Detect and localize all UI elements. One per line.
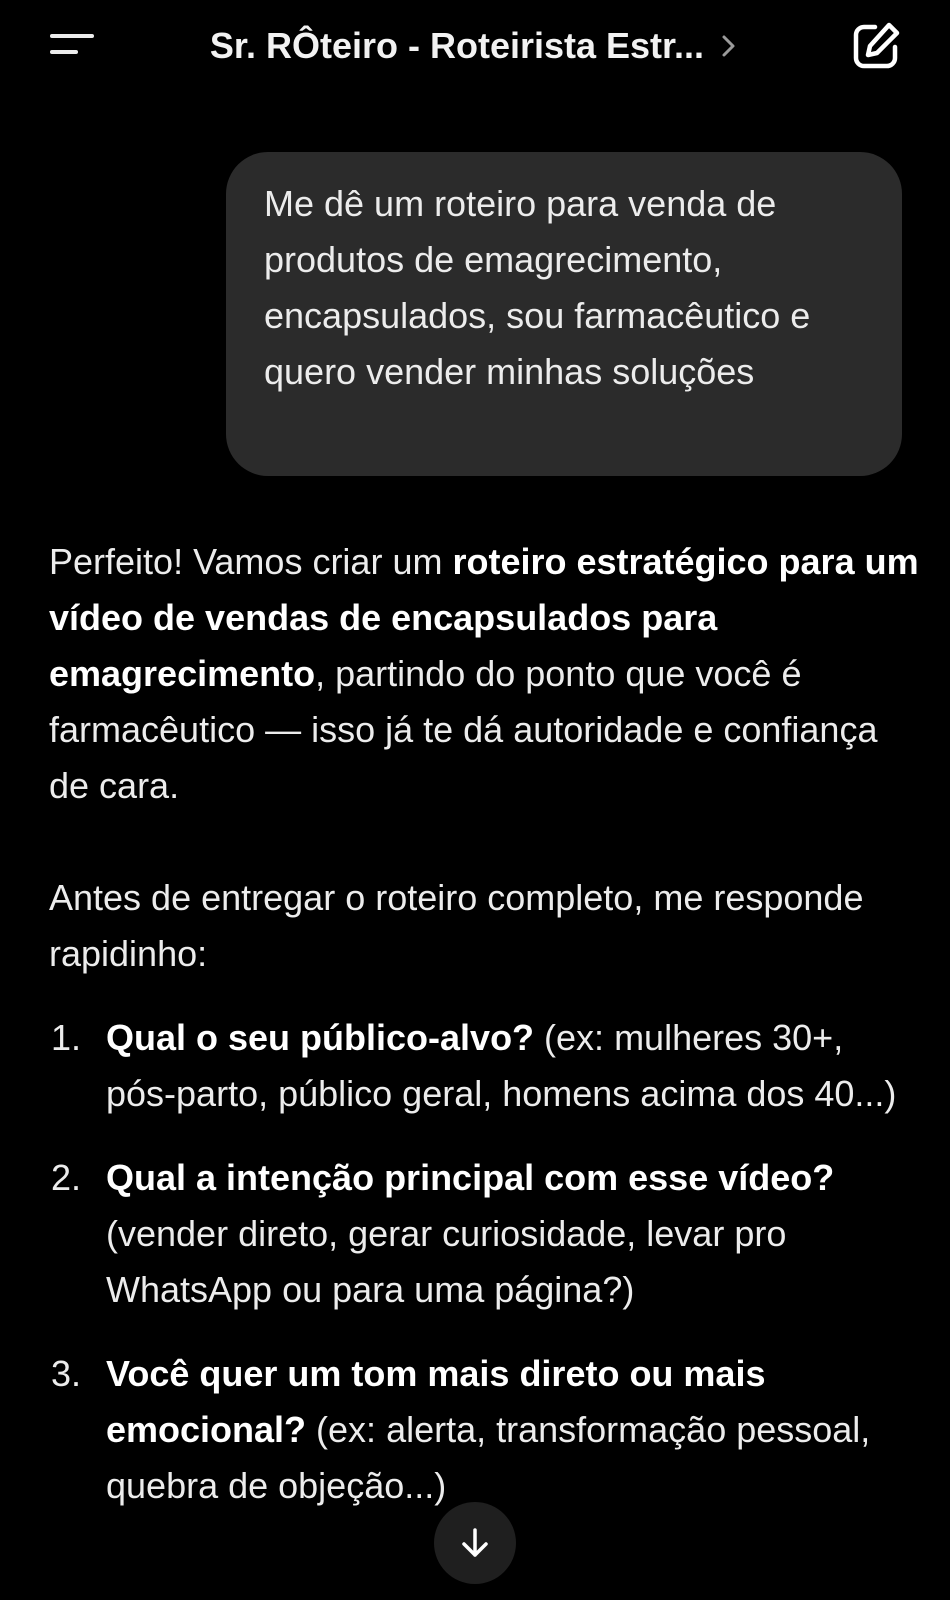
- user-message-text: Me dê um roteiro para venda de produtos …: [264, 183, 811, 392]
- new-chat-edit-icon: [853, 22, 900, 69]
- assistant-intro-text-1: Perfeito! Vamos criar um: [49, 541, 453, 582]
- hamburger-menu-icon: [50, 34, 94, 38]
- list-item: 2. Qual a intenção principal com esse víd…: [49, 1150, 919, 1318]
- hamburger-menu-icon-line: [50, 50, 78, 54]
- list-item-question: Qual a intenção principal com esse vídeo…: [106, 1157, 835, 1198]
- assistant-message: Perfeito! Vamos criar um roteiro estraté…: [49, 534, 919, 1542]
- list-item-detail: (vender direto, gerar curiosidade, levar…: [106, 1213, 787, 1310]
- user-message-bubble: Me dê um roteiro para venda de produtos …: [226, 152, 902, 476]
- list-item: 1. Qual o seu público-alvo? (ex: mulheres…: [49, 1010, 919, 1122]
- new-chat-button[interactable]: [848, 18, 904, 74]
- assistant-question-lead: Antes de entregar o roteiro completo, me…: [49, 877, 864, 974]
- list-item-question: Qual o seu público-alvo?: [106, 1017, 535, 1058]
- top-bar: Sr. RÔteiro - Roteirista Estr...: [0, 0, 950, 94]
- sidebar-menu-button[interactable]: [46, 26, 98, 66]
- list-item-number: 3.: [51, 1353, 82, 1394]
- list-item-number: 2.: [51, 1157, 82, 1198]
- list-item-number: 1.: [51, 1017, 82, 1058]
- gpt-title-button[interactable]: Sr. RÔteiro - Roteirista Estr...: [150, 20, 800, 72]
- list-item: 3. Você quer um tom mais direto ou mais e…: [49, 1346, 919, 1514]
- arrow-down-icon: [462, 1528, 488, 1557]
- chevron-right-icon: [722, 35, 735, 57]
- assistant-intro-paragraph: Perfeito! Vamos criar um roteiro estraté…: [49, 534, 919, 814]
- question-list: 1. Qual o seu público-alvo? (ex: mulheres…: [49, 1010, 919, 1514]
- scroll-to-bottom-button[interactable]: [434, 1502, 516, 1584]
- page-title: Sr. RÔteiro - Roteirista Estr...: [209, 25, 705, 66]
